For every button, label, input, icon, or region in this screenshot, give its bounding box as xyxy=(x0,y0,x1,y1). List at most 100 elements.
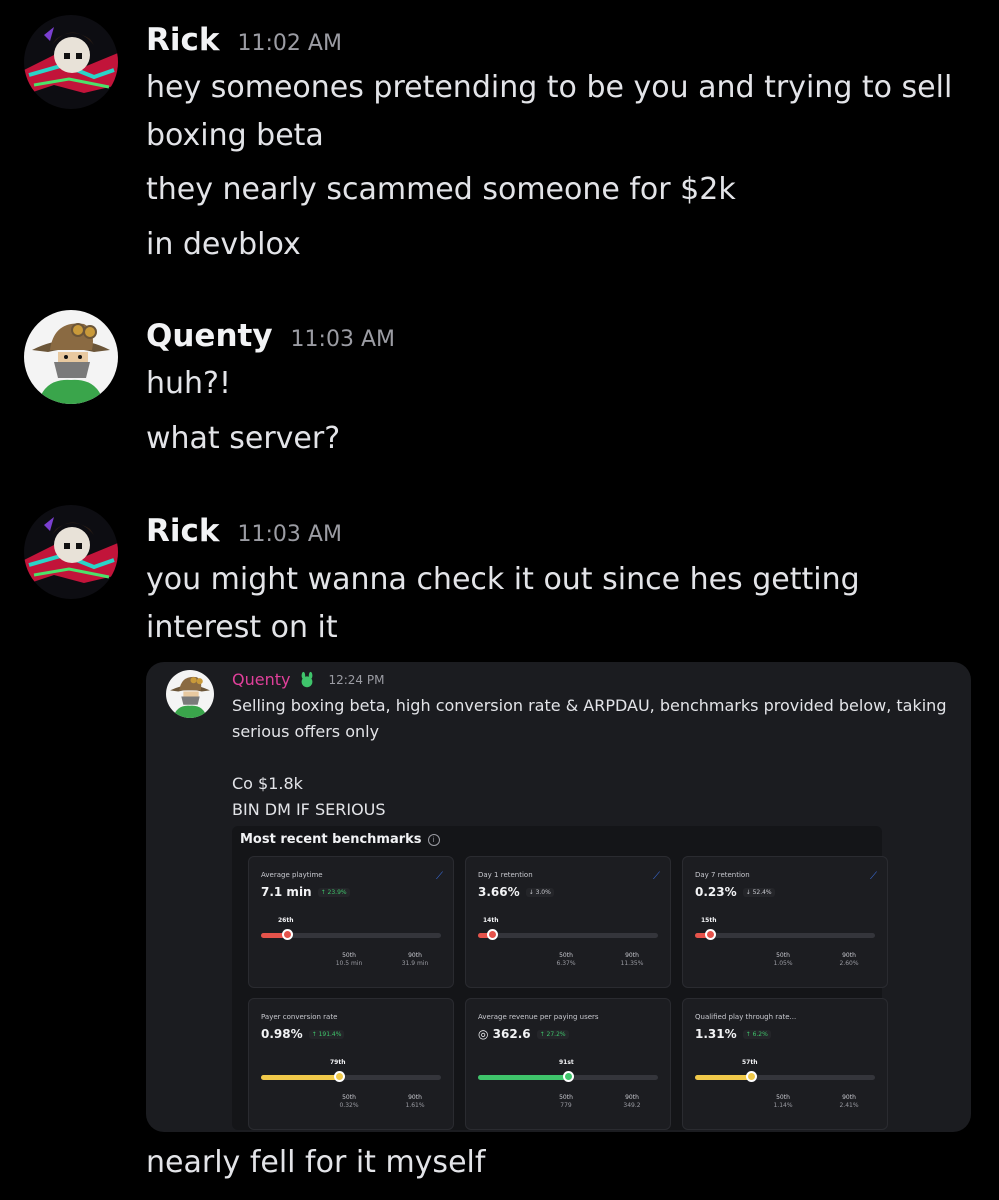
percentile-fill xyxy=(478,1075,568,1080)
p50-tick: 50th 1.14% xyxy=(763,1094,803,1110)
embed-text: Selling boxing beta, high conversion rat… xyxy=(232,696,947,715)
trend-chart-icon[interactable]: ⟋ xyxy=(653,871,660,882)
percentile-knob xyxy=(487,929,498,940)
message-text: in devblox xyxy=(146,227,301,262)
embed-timestamp: 12:24 PM xyxy=(328,672,385,687)
message-text: they nearly scammed someone for $2k xyxy=(146,172,736,207)
timestamp: 11:03 AM xyxy=(290,327,395,352)
p50-tick: 50th 6.37% xyxy=(546,952,586,968)
message-text: hey someones pretending to be you and tr… xyxy=(146,70,953,105)
trend-chart-icon[interactable]: ⟋ xyxy=(436,871,443,882)
benchmark-card[interactable]: Qualified play through rate... 1.31% ↑ 6.2… xyxy=(682,998,888,1130)
percentile-track xyxy=(695,933,875,938)
p90-value: 31.9 min xyxy=(401,960,429,967)
p50-value: 1.14% xyxy=(773,1102,793,1109)
p50-tick: 50th 779 xyxy=(546,1094,586,1110)
green-bunny-badge-icon xyxy=(302,671,313,687)
percentile-knob xyxy=(282,929,293,940)
author-name[interactable]: Quenty xyxy=(146,318,273,354)
embed-text: serious offers only xyxy=(232,722,380,741)
quenty-avatar-icon xyxy=(166,670,214,718)
p90-label: 90th xyxy=(408,1094,422,1101)
benchmark-value: 7.1 min ↑ 23.9% xyxy=(261,885,350,899)
p90-label: 90th xyxy=(842,952,856,959)
p90-tick: 90th 349.2 xyxy=(612,1094,652,1110)
benchmark-value: 3.66% ↓ 3.0% xyxy=(478,885,554,899)
percentile-knob xyxy=(334,1071,345,1082)
benchmark-value-text: 0.98% xyxy=(261,1027,303,1041)
p50-tick: 50th 1.05% xyxy=(763,952,803,968)
p90-value: 349.2 xyxy=(623,1102,641,1109)
percentile-fill xyxy=(695,1075,751,1080)
quenty-avatar-icon[interactable] xyxy=(24,310,118,404)
trend-chart-icon[interactable]: ⟋ xyxy=(870,871,877,882)
benchmark-value: 0.23% ↓ 52.4% xyxy=(695,885,775,899)
benchmark-card[interactable]: Average playtime 7.1 min ↑ 23.9% ⟋ 26th 50th 1… xyxy=(248,856,454,988)
percentile-label: 91st xyxy=(559,1059,574,1066)
p50-value: 10.5 min xyxy=(335,960,363,967)
timestamp: 11:03 AM xyxy=(237,522,342,547)
message-text: you might wanna check it out since hes g… xyxy=(146,562,860,597)
embed-text: BIN DM IF SERIOUS xyxy=(232,800,386,819)
p90-value: 2.41% xyxy=(839,1102,859,1109)
rick-avatar-icon[interactable] xyxy=(24,505,118,599)
message-text: huh?! xyxy=(146,366,231,401)
message-text: boxing beta xyxy=(146,118,324,153)
benchmark-value-text: 0.23% xyxy=(695,885,737,899)
benchmark-delta: ↓ 3.0% xyxy=(525,887,554,897)
message-text: interest on it xyxy=(146,610,338,645)
p50-label: 50th xyxy=(776,952,790,959)
p50-value: 779 xyxy=(560,1102,572,1109)
p90-tick: 90th 1.61% xyxy=(395,1094,435,1110)
benchmark-card[interactable]: Payer conversion rate 0.98% ↑ 191.4% 79th 50… xyxy=(248,998,454,1130)
p50-tick: 50th 10.5 min xyxy=(329,952,369,968)
percentile-track xyxy=(478,933,658,938)
benchmarks-title: Most recent benchmarks i xyxy=(240,832,440,847)
p90-tick: 90th 2.60% xyxy=(829,952,869,968)
benchmark-label: Average playtime xyxy=(261,871,323,879)
p90-label: 90th xyxy=(625,1094,639,1101)
p50-tick: 50th 0.32% xyxy=(329,1094,369,1110)
percentile-label: 57th xyxy=(742,1059,758,1066)
p50-value: 1.05% xyxy=(773,960,793,967)
author-name[interactable]: Rick xyxy=(146,513,220,549)
benchmark-value-text: 3.66% xyxy=(478,885,520,899)
benchmark-value: 0.98% ↑ 191.4% xyxy=(261,1027,345,1041)
rick-avatar-icon[interactable] xyxy=(24,15,118,109)
p50-label: 50th xyxy=(776,1094,790,1101)
p90-value: 1.61% xyxy=(405,1102,425,1109)
benchmark-card[interactable]: Average revenue per paying users ◎ 362.6 ↑… xyxy=(465,998,671,1130)
p90-value: 11.35% xyxy=(620,960,644,967)
message-text: nearly fell for it myself xyxy=(146,1145,486,1180)
percentile-label: 14th xyxy=(483,917,499,924)
benchmark-delta: ↑ 6.2% xyxy=(742,1029,771,1039)
p90-label: 90th xyxy=(625,952,639,959)
benchmark-label: Payer conversion rate xyxy=(261,1013,338,1021)
benchmark-label: Qualified play through rate... xyxy=(695,1013,797,1021)
p90-tick: 90th 2.41% xyxy=(829,1094,869,1110)
benchmark-value-text: 7.1 min xyxy=(261,885,312,899)
percentile-label: 15th xyxy=(701,917,717,924)
benchmark-label: Average revenue per paying users xyxy=(478,1013,599,1021)
message-text: what server? xyxy=(146,421,341,456)
embed-text: Co $1.8k xyxy=(232,774,303,793)
p50-value: 0.32% xyxy=(339,1102,359,1109)
info-icon: i xyxy=(427,833,440,846)
p50-value: 6.37% xyxy=(556,960,576,967)
p90-tick: 90th 11.35% xyxy=(612,952,652,968)
p50-label: 50th xyxy=(559,952,573,959)
benchmark-value-text: 1.31% xyxy=(695,1027,737,1041)
author-name[interactable]: Rick xyxy=(146,22,220,58)
benchmark-value: 1.31% ↑ 6.2% xyxy=(695,1027,771,1041)
percentile-knob xyxy=(705,929,716,940)
percentile-knob xyxy=(563,1071,574,1082)
benchmark-delta: ↑ 191.4% xyxy=(308,1029,345,1039)
embedded-screenshot[interactable]: Quenty 12:24 PM Selling boxing beta, hig… xyxy=(146,662,971,1132)
benchmark-card[interactable]: Day 7 retention 0.23% ↓ 52.4% ⟋ 15th 50th 1.05… xyxy=(682,856,888,988)
percentile-fill xyxy=(261,1075,339,1080)
timestamp: 11:02 AM xyxy=(237,31,342,56)
message-header: Rick 11:02 AM xyxy=(146,22,342,58)
p50-label: 50th xyxy=(342,1094,356,1101)
benchmark-card[interactable]: Day 1 retention 3.66% ↓ 3.0% ⟋ 14th 50th 6.37%… xyxy=(465,856,671,988)
message-header: Rick 11:03 AM xyxy=(146,513,342,549)
